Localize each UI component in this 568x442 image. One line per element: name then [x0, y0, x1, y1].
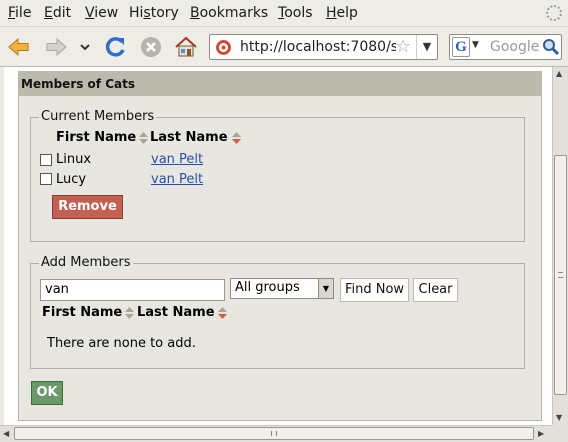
member-checkbox-lucy[interactable] [40, 173, 52, 185]
url-dropdown-icon[interactable]: ▼ [416, 35, 437, 59]
horizontal-scrollbar[interactable]: ◀ ▶ [0, 425, 552, 442]
group-select[interactable]: All groups ▼ [230, 278, 334, 299]
scroll-up-icon[interactable]: ▲ [556, 69, 562, 78]
member-first-name: Linux [56, 152, 92, 167]
empty-results-text: There are none to add. [47, 336, 196, 351]
member-last-name-link[interactable]: van Pelt [151, 172, 203, 187]
menu-bookmarks[interactable]: Bookmarks [190, 5, 268, 21]
horizontal-scroll-thumb[interactable] [14, 427, 534, 440]
menu-view[interactable]: View [85, 5, 118, 21]
member-first-name: Lucy [56, 172, 87, 187]
current-members-legend: Current Members [39, 109, 157, 124]
site-favicon-icon [216, 40, 231, 55]
search-engine-dropdown-icon[interactable]: ▼ [472, 40, 479, 50]
history-dropdown-icon[interactable] [76, 35, 94, 59]
back-icon[interactable] [6, 35, 32, 59]
sort-last-name-icon[interactable] [232, 132, 241, 144]
navigation-toolbar: http://localhost:7080/sc ☆ ▼ G ▼ Google [0, 27, 568, 67]
sort-add-first-name-icon[interactable] [125, 307, 134, 319]
last-name-header[interactable]: Last Name [150, 130, 228, 145]
add-first-name-header[interactable]: First Name [42, 305, 122, 320]
add-members-box: Add Members van All groups ▼ Find Now Cl… [30, 255, 525, 369]
add-last-name-header[interactable]: Last Name [137, 305, 215, 320]
page-content: Members of Cats Current Members First Na… [4, 67, 552, 425]
url-bar[interactable]: http://localhost:7080/sc ☆ ▼ [209, 34, 438, 60]
bookmark-star-icon[interactable]: ☆ [395, 36, 411, 57]
first-name-header[interactable]: First Name [56, 130, 136, 145]
scroll-left-icon[interactable]: ◀ [3, 429, 9, 438]
menu-file[interactable]: File [8, 5, 31, 21]
member-checkbox-linux[interactable] [40, 154, 52, 166]
scroll-right-icon[interactable]: ▶ [538, 429, 544, 438]
url-text[interactable]: http://localhost:7080/sc [240, 39, 396, 55]
forward-icon[interactable] [43, 35, 69, 59]
chevron-down-icon[interactable]: ▼ [318, 279, 333, 298]
scrollbar-corner [552, 425, 568, 442]
search-icon[interactable] [542, 38, 560, 56]
stop-icon[interactable] [138, 35, 164, 59]
menu-edit[interactable]: Edit [44, 5, 71, 21]
find-now-button[interactable]: Find Now [340, 278, 409, 302]
member-last-name-link[interactable]: van Pelt [151, 152, 203, 167]
members-panel: Members of Cats Current Members First Na… [18, 71, 542, 421]
search-input[interactable]: Google [490, 39, 539, 55]
scroll-down-icon[interactable]: ▼ [556, 413, 562, 422]
current-members-box: Current Members First Name Last Name Lin… [30, 109, 525, 242]
group-select-value: All groups [235, 280, 300, 295]
sort-add-last-name-icon[interactable] [218, 307, 227, 319]
search-engine-icon[interactable]: G [452, 37, 470, 57]
vertical-scroll-thumb[interactable] [554, 155, 567, 395]
clear-button[interactable]: Clear [413, 278, 458, 302]
menu-tools[interactable]: Tools [278, 5, 313, 21]
sort-first-name-icon[interactable] [139, 132, 148, 144]
ok-button[interactable]: OK [31, 381, 63, 405]
vertical-scrollbar[interactable]: ▲ ▼ [552, 67, 568, 425]
home-icon[interactable] [173, 35, 199, 59]
menu-history[interactable]: History [129, 5, 179, 21]
panel-title: Members of Cats [19, 72, 541, 96]
reload-icon[interactable] [103, 35, 129, 59]
activity-throbber-icon [546, 5, 562, 21]
add-members-legend: Add Members [39, 255, 133, 270]
search-bar[interactable]: G ▼ Google [449, 34, 562, 60]
remove-button[interactable]: Remove [52, 195, 123, 219]
menu-help[interactable]: Help [326, 5, 358, 21]
menu-bar: File Edit View History Bookmarks Tools H… [0, 0, 568, 27]
member-search-input[interactable]: van [40, 279, 225, 301]
